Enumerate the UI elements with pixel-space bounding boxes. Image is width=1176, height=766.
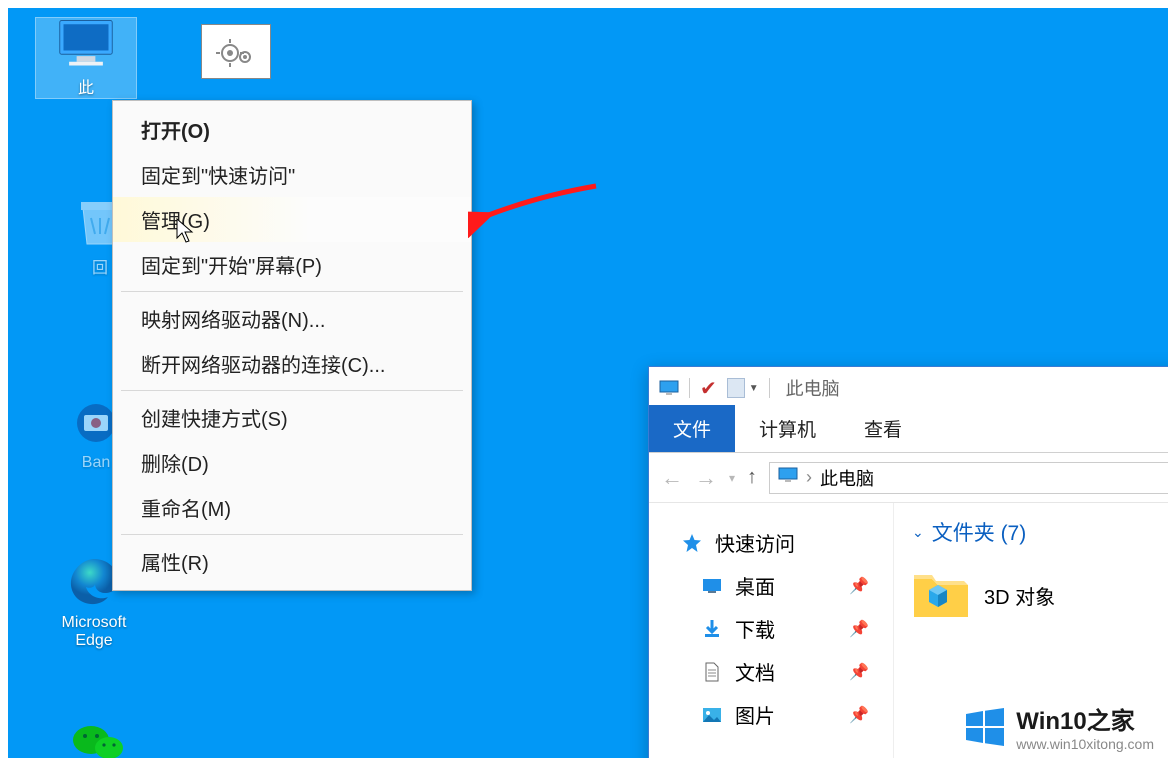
page-icon[interactable] xyxy=(727,378,745,398)
tab-view[interactable]: 查看 xyxy=(840,405,926,452)
pin-icon: 📌 xyxy=(849,662,869,682)
nav-label: 桌面 xyxy=(735,571,775,600)
nav-desktop[interactable]: 桌面 📌 xyxy=(695,564,893,607)
desktop-icon-this-pc[interactable]: 此 xyxy=(36,18,136,98)
explorer-titlebar[interactable]: ✔ ▼ 此电脑 xyxy=(649,367,1168,409)
computer-icon xyxy=(56,18,116,68)
desktop-background: 此 回 Ban Microsoft Edge 打开(O) 固定到"快速访问" xyxy=(8,8,1168,758)
breadcrumb-item[interactable]: 此电脑 xyxy=(820,465,874,491)
star-icon xyxy=(681,533,703,553)
forward-arrow-icon[interactable]: → xyxy=(695,465,717,491)
desktop-icon-label: Microsoft Edge xyxy=(44,614,144,650)
menu-item-pin-quick-access[interactable]: 固定到"快速访问" xyxy=(113,152,471,197)
pin-icon: 📌 xyxy=(849,619,869,639)
menu-item-properties[interactable]: 属性(R) xyxy=(113,539,471,584)
chevron-down-icon[interactable]: ▾ xyxy=(729,471,735,485)
menu-item-pin-start[interactable]: 固定到"开始"屏幕(P) xyxy=(113,242,471,287)
nav-documents[interactable]: 文档 📌 xyxy=(695,650,893,693)
window-title: 此电脑 xyxy=(786,375,840,401)
watermark-url: www.win10xitong.com xyxy=(1016,736,1154,752)
wechat-icon xyxy=(68,718,128,758)
ribbon-tabs: 文件 计算机 查看 xyxy=(649,409,1168,453)
picture-icon xyxy=(701,705,723,725)
context-menu: 打开(O) 固定到"快速访问" 管理(G) 固定到"开始"屏幕(P) 映射网络驱… xyxy=(112,100,472,591)
tab-file[interactable]: 文件 xyxy=(649,405,735,452)
back-arrow-icon[interactable]: ← xyxy=(661,465,683,491)
folder-label: 3D 对象 xyxy=(984,581,1055,610)
nav-label: 文档 xyxy=(735,657,775,686)
titlebar-separator xyxy=(769,378,770,398)
pin-icon: 📌 xyxy=(849,705,869,725)
annotation-arrow xyxy=(468,178,598,238)
nav-label: 下载 xyxy=(735,614,775,643)
menu-item-open[interactable]: 打开(O) xyxy=(113,107,471,152)
titlebar-separator xyxy=(689,378,690,398)
chevron-right-icon[interactable]: › xyxy=(806,467,812,488)
section-header-folders[interactable]: ⌄ 文件夹 (7) xyxy=(912,517,1168,547)
computer-icon xyxy=(659,380,679,396)
menu-separator xyxy=(121,534,463,535)
nav-label: 图片 xyxy=(735,700,775,729)
explorer-window: ✔ ▼ 此电脑 文件 计算机 查看 ← → ▾ ↑ › 此电脑 xyxy=(648,366,1168,758)
chevron-down-icon: ⌄ xyxy=(912,524,924,541)
address-bar[interactable]: › 此电脑 xyxy=(769,462,1168,494)
explorer-navbar: ← → ▾ ↑ › 此电脑 xyxy=(649,453,1168,503)
menu-separator xyxy=(121,291,463,292)
menu-separator xyxy=(121,390,463,391)
nav-pictures[interactable]: 图片 📌 xyxy=(695,693,893,736)
watermark: Win10之家 www.win10xitong.com xyxy=(964,701,1154,752)
desktop-icon-wechat[interactable] xyxy=(48,718,148,758)
chevron-down-icon[interactable]: ▼ xyxy=(749,383,759,394)
menu-item-map-drive[interactable]: 映射网络驱动器(N)... xyxy=(113,296,471,341)
folder-icon xyxy=(912,569,970,621)
desktop-icon-label: 此 xyxy=(36,74,136,98)
menu-item-delete[interactable]: 删除(D) xyxy=(113,440,471,485)
navigation-pane: 快速访问 桌面 📌 下载 📌 xyxy=(649,503,894,758)
menu-item-disconnect-drive[interactable]: 断开网络驱动器的连接(C)... xyxy=(113,341,471,386)
menu-item-manage[interactable]: 管理(G) xyxy=(113,197,471,242)
nav-quick-access[interactable]: 快速访问 xyxy=(675,521,893,564)
watermark-title: Win10之家 xyxy=(1016,701,1154,736)
document-icon xyxy=(701,662,723,682)
nav-downloads[interactable]: 下载 📌 xyxy=(695,607,893,650)
computer-icon xyxy=(778,467,798,488)
section-title: 文件夹 (7) xyxy=(932,517,1027,547)
settings-window-icon xyxy=(201,24,271,79)
desktop-icon-control-panel[interactable] xyxy=(186,24,286,79)
folder-3d-objects[interactable]: 3D 对象 xyxy=(912,569,1168,621)
desktop-icon xyxy=(701,576,723,596)
pin-icon: 📌 xyxy=(849,576,869,596)
windows-logo-icon xyxy=(964,706,1006,748)
tab-computer[interactable]: 计算机 xyxy=(735,405,840,452)
check-icon[interactable]: ✔ xyxy=(700,376,717,401)
menu-item-create-shortcut[interactable]: 创建快捷方式(S) xyxy=(113,395,471,440)
nav-label: 快速访问 xyxy=(715,528,795,557)
download-icon xyxy=(701,619,723,639)
up-arrow-icon[interactable]: ↑ xyxy=(747,466,757,489)
menu-item-rename[interactable]: 重命名(M) xyxy=(113,485,471,530)
